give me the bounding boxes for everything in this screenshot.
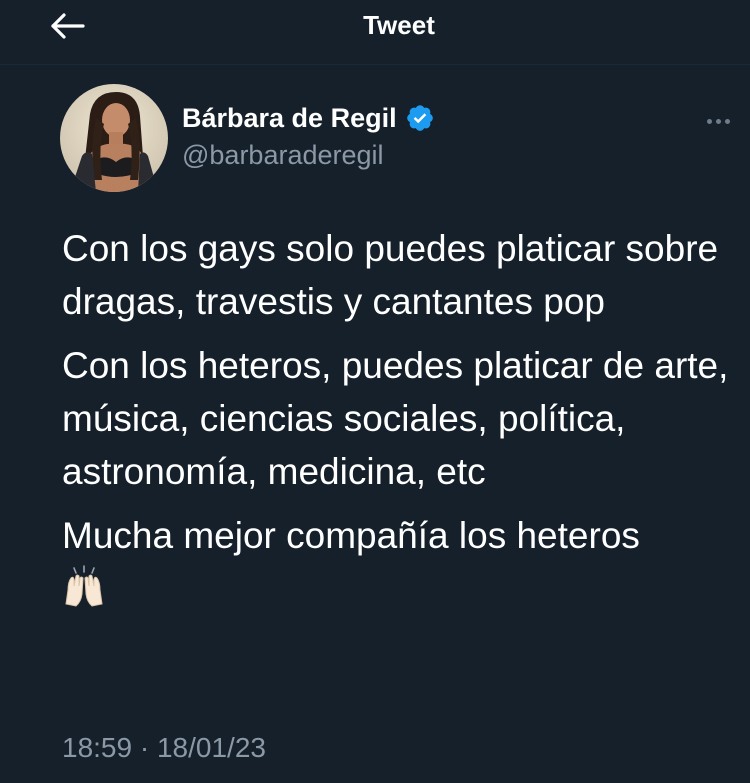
author-handle[interactable]: @barbaraderegil [182,140,435,171]
more-horizontal-icon [706,118,712,124]
tweet-time-link[interactable]: 18:59 · 18/01/23 [62,732,266,763]
tweet-timestamp: 18:59 · 18/01/23 [62,732,266,764]
more-options-button[interactable] [700,106,736,136]
verified-badge-icon [406,105,433,131]
display-name-row: Bárbara de Regil [182,100,435,136]
top-bar: Tweet [0,0,750,56]
tweet-paragraph: Con los gays solo puedes platicar sobre … [62,228,719,322]
more-horizontal-icon [715,118,721,124]
header-divider [0,64,750,65]
tweet-time: 18:59 [62,732,133,763]
more-horizontal-icon [724,118,730,124]
page-title: Tweet [363,10,435,40]
author-display-name[interactable]: Bárbara de Regil [182,103,397,134]
raising-hands-emoji [65,565,103,607]
tweet-text: Con los gays solo puedes platicar sobre … [62,222,742,608]
avatar[interactable] [60,84,168,192]
author-info: Bárbara de Regil @barbaraderegil [182,100,435,171]
timestamp-separator: · [139,732,150,763]
tweet-date: 18/01/23 [156,732,266,763]
tweet-paragraph: Mucha mejor compañía los heteros [62,515,640,556]
avatar-photo [60,84,168,192]
tweet-paragraph: Con los heteros, puedes platicar de arte… [62,345,729,492]
